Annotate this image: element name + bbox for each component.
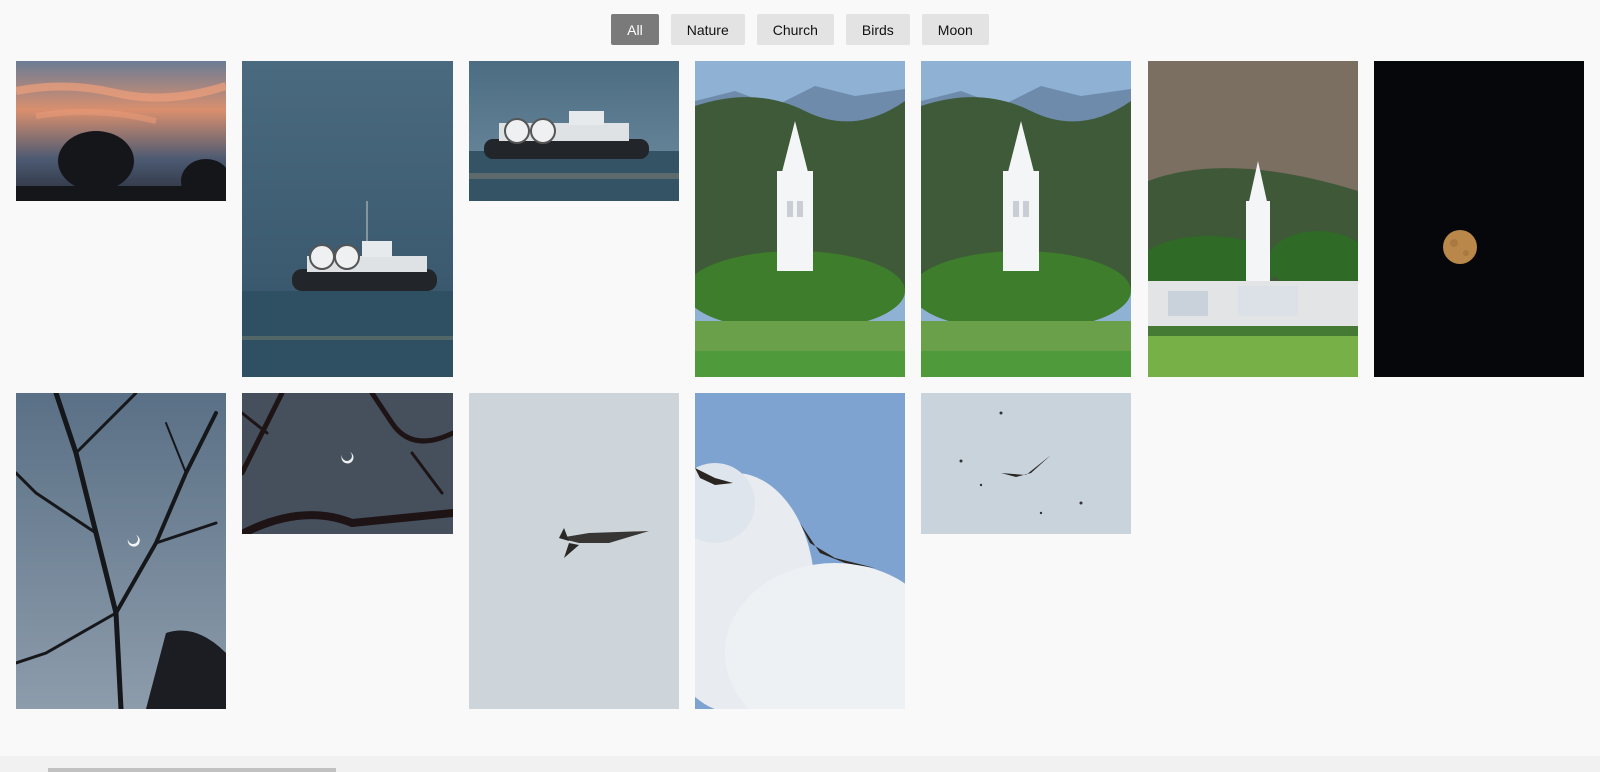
- horizontal-scrollbar[interactable]: [0, 756, 1600, 772]
- gallery-image-church-spire-2[interactable]: [921, 61, 1131, 377]
- gallery-image-hovercraft-2[interactable]: [469, 61, 679, 201]
- gallery-image-bird-flying[interactable]: [469, 393, 679, 709]
- filter-bar: All Nature Church Birds Moon: [0, 14, 1600, 45]
- gallery-image-sunset-tree[interactable]: [16, 61, 226, 201]
- gallery-image-birds-clouds[interactable]: [695, 393, 905, 709]
- gallery-image-hovercraft[interactable]: [242, 61, 453, 377]
- gallery-image-church-village[interactable]: [1148, 61, 1358, 377]
- gallery-image-crescent-branches-2[interactable]: [242, 393, 453, 534]
- filter-church-button[interactable]: Church: [756, 14, 834, 45]
- filter-birds-button[interactable]: Birds: [845, 14, 910, 45]
- gallery-image-bird-distant[interactable]: [921, 393, 1131, 534]
- filter-all-button[interactable]: All: [611, 14, 659, 45]
- gallery-image-crescent-branches[interactable]: [16, 393, 226, 709]
- gallery-image-full-moon[interactable]: [1374, 61, 1584, 377]
- filter-moon-button[interactable]: Moon: [921, 14, 989, 45]
- scrollbar-thumb[interactable]: [48, 768, 336, 772]
- filter-nature-button[interactable]: Nature: [670, 14, 745, 45]
- gallery-image-church-spire[interactable]: [695, 61, 905, 377]
